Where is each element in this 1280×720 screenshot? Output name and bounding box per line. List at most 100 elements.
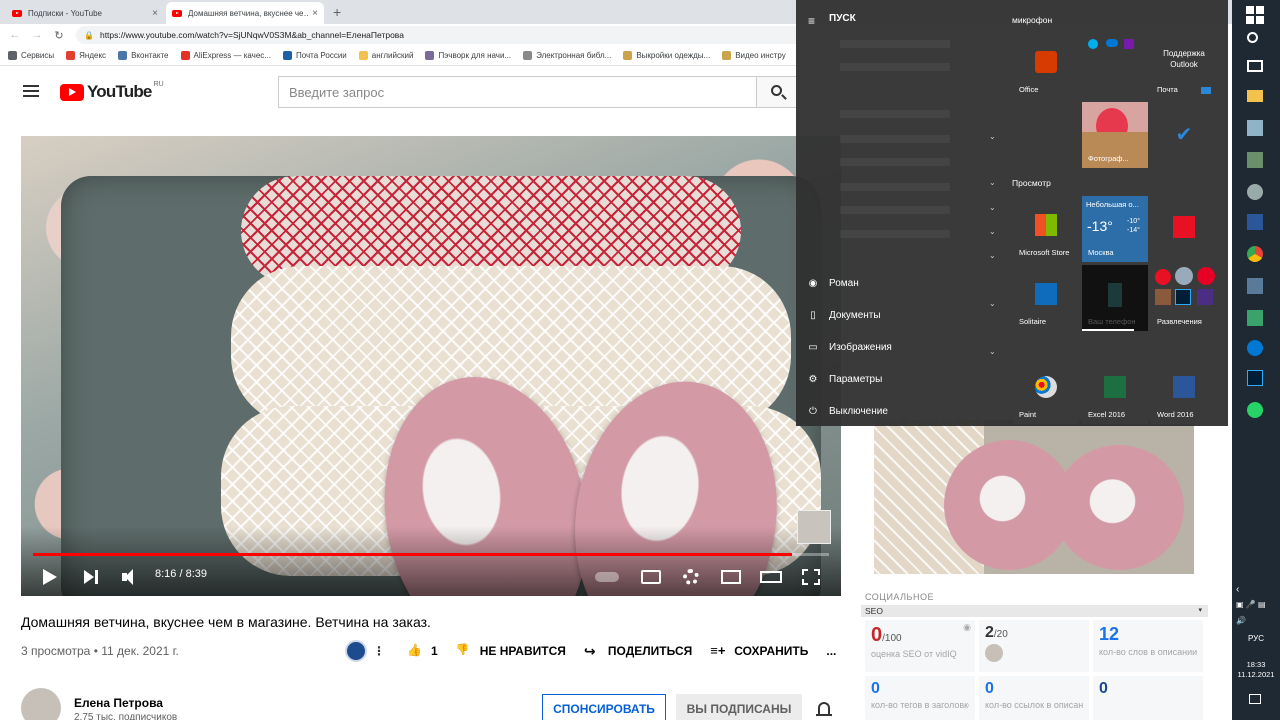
back-icon[interactable]: ← <box>4 29 26 41</box>
autoplay-toggle[interactable] <box>595 566 619 588</box>
social-section-label[interactable]: СОЦИАЛЬНОЕ <box>865 592 934 602</box>
tab-subscriptions[interactable]: Подписки - YouTube × <box>6 2 164 24</box>
tile-entertainment[interactable]: Развлечения <box>1151 265 1217 331</box>
hamburger-icon[interactable]: ≡ <box>808 14 815 28</box>
vidiq-menu-icon[interactable]: ⋮ <box>373 644 385 658</box>
chevron-down-icon[interactable]: ⌄ <box>989 347 996 356</box>
like-button[interactable]: 👍 1 <box>407 643 438 659</box>
play-button[interactable] <box>39 566 61 588</box>
tile-group-label[interactable]: Просмотр <box>1012 178 1051 188</box>
dislike-button[interactable]: 👎 НЕ НРАВИТСЯ <box>456 643 566 659</box>
start-item-power[interactable]: ⏻ Выключение <box>806 400 888 422</box>
recommended-thumbnail[interactable] <box>874 420 1194 574</box>
start-item-documents[interactable]: ▯ Документы <box>806 304 880 326</box>
app-icon[interactable] <box>1247 184 1263 200</box>
app-list-row[interactable] <box>840 230 950 238</box>
windows-start-button[interactable] <box>1246 6 1264 24</box>
bookmark-aliexpress[interactable]: AliExpress — качес... <box>180 51 271 60</box>
start-item-settings[interactable]: ⚙ Параметры <box>806 368 883 390</box>
tab-current-video[interactable]: Домашняя ветчина, вкуснее че… × <box>166 2 324 24</box>
subtitles-button[interactable] <box>640 566 662 588</box>
chevron-down-icon[interactable]: ⌄ <box>989 227 996 236</box>
tile-store[interactable]: Microsoft Store <box>1013 196 1079 262</box>
address-bar[interactable]: 🔒 https://www.youtube.com/watch?v=SjUNqw… <box>76 26 816 44</box>
calculator-icon[interactable] <box>1247 278 1263 294</box>
bookmark-pochta[interactable]: Почта России <box>282 51 347 60</box>
tile-news[interactable] <box>1151 196 1217 262</box>
tile-apps-folder[interactable] <box>1082 33 1148 99</box>
chat-icon[interactable] <box>1247 340 1263 356</box>
app-list-row[interactable] <box>840 40 950 48</box>
search-button[interactable] <box>756 76 800 108</box>
start-item-pictures[interactable]: ▭ Изображения <box>806 336 892 358</box>
reload-icon[interactable]: ↻ <box>48 29 70 42</box>
bookmark-yandex[interactable]: Яндекс <box>66 51 106 60</box>
bookmark-vk[interactable]: Вконтакте <box>118 51 169 60</box>
tile-mail[interactable]: Поддержка Outlook Почта <box>1151 33 1217 99</box>
bell-icon[interactable] <box>816 702 832 716</box>
photoshop-icon[interactable] <box>1247 370 1263 386</box>
volume-icon[interactable]: 🔊 <box>1236 616 1246 625</box>
chevron-down-icon[interactable]: ⌄ <box>989 203 996 212</box>
clock[interactable]: 18:33 11.12.2021 <box>1232 660 1280 680</box>
search-input[interactable]: Введите запрос <box>278 76 756 108</box>
new-tab-button[interactable]: + <box>333 4 341 20</box>
bookmark-services[interactable]: Сервисы <box>8 51 54 60</box>
menu-icon[interactable] <box>23 85 39 97</box>
whatsapp-icon[interactable] <box>1247 402 1263 418</box>
tab-close-icon[interactable]: × <box>152 8 158 19</box>
app-icon[interactable] <box>1247 120 1263 136</box>
task-view-icon[interactable] <box>1247 60 1263 72</box>
chrome-icon[interactable] <box>1247 246 1263 262</box>
tile-photos[interactable]: Фотограф... <box>1082 102 1148 168</box>
tab-close-icon[interactable]: × <box>312 8 318 19</box>
tile-todo[interactable]: ✔ <box>1151 102 1217 168</box>
youtube-logo[interactable]: YouTube RU <box>60 81 164 102</box>
vidiq-icon[interactable] <box>345 640 367 662</box>
tile-phone[interactable]: Ваш телефон <box>1082 265 1148 331</box>
chevron-down-icon[interactable]: ⌄ <box>989 178 996 187</box>
tile-group-label[interactable]: микрофон <box>1012 15 1052 25</box>
bookmark-english[interactable]: английский <box>358 51 413 60</box>
forward-icon[interactable]: → <box>26 29 48 41</box>
miniplayer-button[interactable] <box>720 566 742 588</box>
word-icon[interactable] <box>1247 214 1263 230</box>
sponsor-button[interactable]: СПОНСИРОВАТЬ <box>542 694 666 720</box>
video-player[interactable]: 8:16 / 8:39 <box>21 136 841 596</box>
volume-button[interactable] <box>119 566 141 588</box>
search-icon[interactable] <box>1247 32 1258 43</box>
app-list-row[interactable] <box>840 110 950 118</box>
app-list-row[interactable] <box>840 206 950 214</box>
next-button[interactable] <box>80 566 102 588</box>
app-list-row[interactable] <box>840 158 950 166</box>
bookmark-video[interactable]: Видео инстру <box>722 51 786 60</box>
file-explorer-icon[interactable] <box>1247 90 1263 102</box>
channel-name[interactable]: Елена Петрова <box>74 696 163 710</box>
app-icon[interactable] <box>1247 310 1263 326</box>
app-list-row[interactable] <box>840 135 950 143</box>
chevron-down-icon[interactable]: ⌄ <box>989 299 996 308</box>
subscribed-button[interactable]: ВЫ ПОДПИСАНЫ <box>676 694 802 720</box>
save-button[interactable]: ≡+ СОХРАНИТЬ <box>710 643 808 659</box>
language-indicator[interactable]: РУС <box>1232 634 1280 643</box>
tile-excel[interactable]: Excel 2016 <box>1082 358 1148 424</box>
tile-office[interactable]: Office <box>1013 33 1079 99</box>
bookmark-patchwork[interactable]: Пэчворк для начи... <box>425 51 511 60</box>
chevron-down-icon[interactable]: ⌄ <box>989 132 996 141</box>
chevron-down-icon[interactable]: ⌄ <box>989 251 996 260</box>
tray-icons[interactable]: ▣ 🎤 ▤ <box>1236 600 1266 609</box>
channel-watermark[interactable] <box>797 510 831 544</box>
app-list-row[interactable] <box>840 63 950 71</box>
bookmark-patterns[interactable]: Выкройки одежды... <box>623 51 710 60</box>
chevron-left-icon[interactable]: ‹ <box>1236 584 1239 595</box>
settings-button[interactable] <box>680 566 702 588</box>
notifications-icon[interactable] <box>1249 694 1261 704</box>
fullscreen-button[interactable] <box>800 566 822 588</box>
theater-button[interactable] <box>760 566 782 588</box>
tile-weather[interactable]: Небольшая о... -13° -10° -14° Москва <box>1082 196 1148 262</box>
app-icon[interactable] <box>1247 152 1263 168</box>
share-button[interactable]: ↪ ПОДЕЛИТЬСЯ <box>584 643 692 659</box>
channel-avatar[interactable] <box>21 688 61 720</box>
tile-word[interactable]: Word 2016 <box>1151 358 1217 424</box>
more-actions-button[interactable]: ... <box>826 644 836 658</box>
